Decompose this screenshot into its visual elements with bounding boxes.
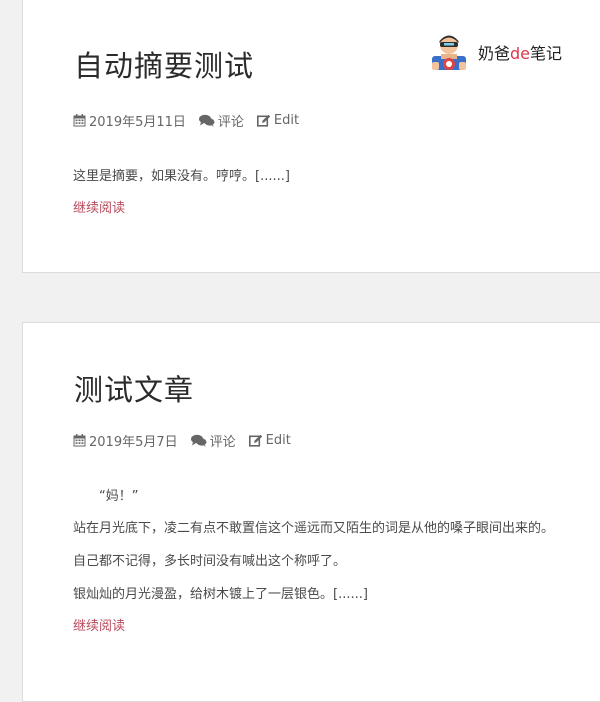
post-paragraph: 自己都不记得，多长时间没有喊出这个称呼了。: [73, 554, 347, 569]
calendar-icon: [73, 434, 86, 447]
comments-label[interactable]: 评论: [210, 431, 236, 450]
post-date[interactable]: 2019年5月7日: [73, 431, 178, 450]
post-date-text[interactable]: 2019年5月7日: [89, 431, 178, 450]
site-name-highlight: de: [510, 44, 531, 63]
post-card: 测试文章 2019年5月7日 评论 Edit “妈！” 站在月光底下，凌二有点不…: [22, 322, 600, 702]
edit-link[interactable]: Edit: [256, 113, 299, 128]
comments-link[interactable]: 评论: [190, 431, 236, 450]
edit-icon: [256, 114, 271, 127]
read-more-link[interactable]: 继续阅读: [73, 615, 125, 634]
comments-icon: [198, 114, 215, 127]
post-title[interactable]: 自动摘要测试: [74, 43, 254, 85]
edit-label[interactable]: Edit: [274, 113, 299, 128]
post-date-text[interactable]: 2019年5月11日: [89, 111, 186, 130]
comments-label[interactable]: 评论: [218, 111, 244, 130]
read-more-link[interactable]: 继续阅读: [73, 197, 125, 216]
post-paragraph: 银灿灿的月光漫盈，给树木镀上了一层银色。[......]: [73, 587, 368, 602]
calendar-icon: [73, 114, 86, 127]
comments-link[interactable]: 评论: [198, 111, 244, 130]
edit-icon: [248, 434, 262, 447]
post-meta: 2019年5月7日 评论 Edit: [73, 431, 291, 450]
site-name-pre: 奶爸: [478, 44, 511, 63]
avatar-logo-icon: [432, 35, 466, 70]
site-name-post: 笔记: [530, 44, 563, 63]
edit-link[interactable]: Edit: [248, 433, 291, 448]
post-meta: 2019年5月11日 评论 Edit: [73, 111, 299, 130]
post-date[interactable]: 2019年5月11日: [73, 111, 186, 130]
site-brand[interactable]: 奶爸de笔记: [429, 32, 562, 72]
post-paragraph: “妈！”: [99, 489, 139, 504]
comments-icon: [190, 434, 207, 447]
post-excerpt: 这里是摘要，如果没有。哼哼。[......]: [73, 169, 290, 184]
post-title[interactable]: 测试文章: [74, 367, 194, 409]
edit-label[interactable]: Edit: [266, 433, 291, 448]
site-name[interactable]: 奶爸de笔记: [478, 40, 562, 64]
post-paragraph: 站在月光底下，凌二有点不敢置信这个遥远而又陌生的词是从他的嗓子眼间出来的。: [73, 521, 555, 536]
